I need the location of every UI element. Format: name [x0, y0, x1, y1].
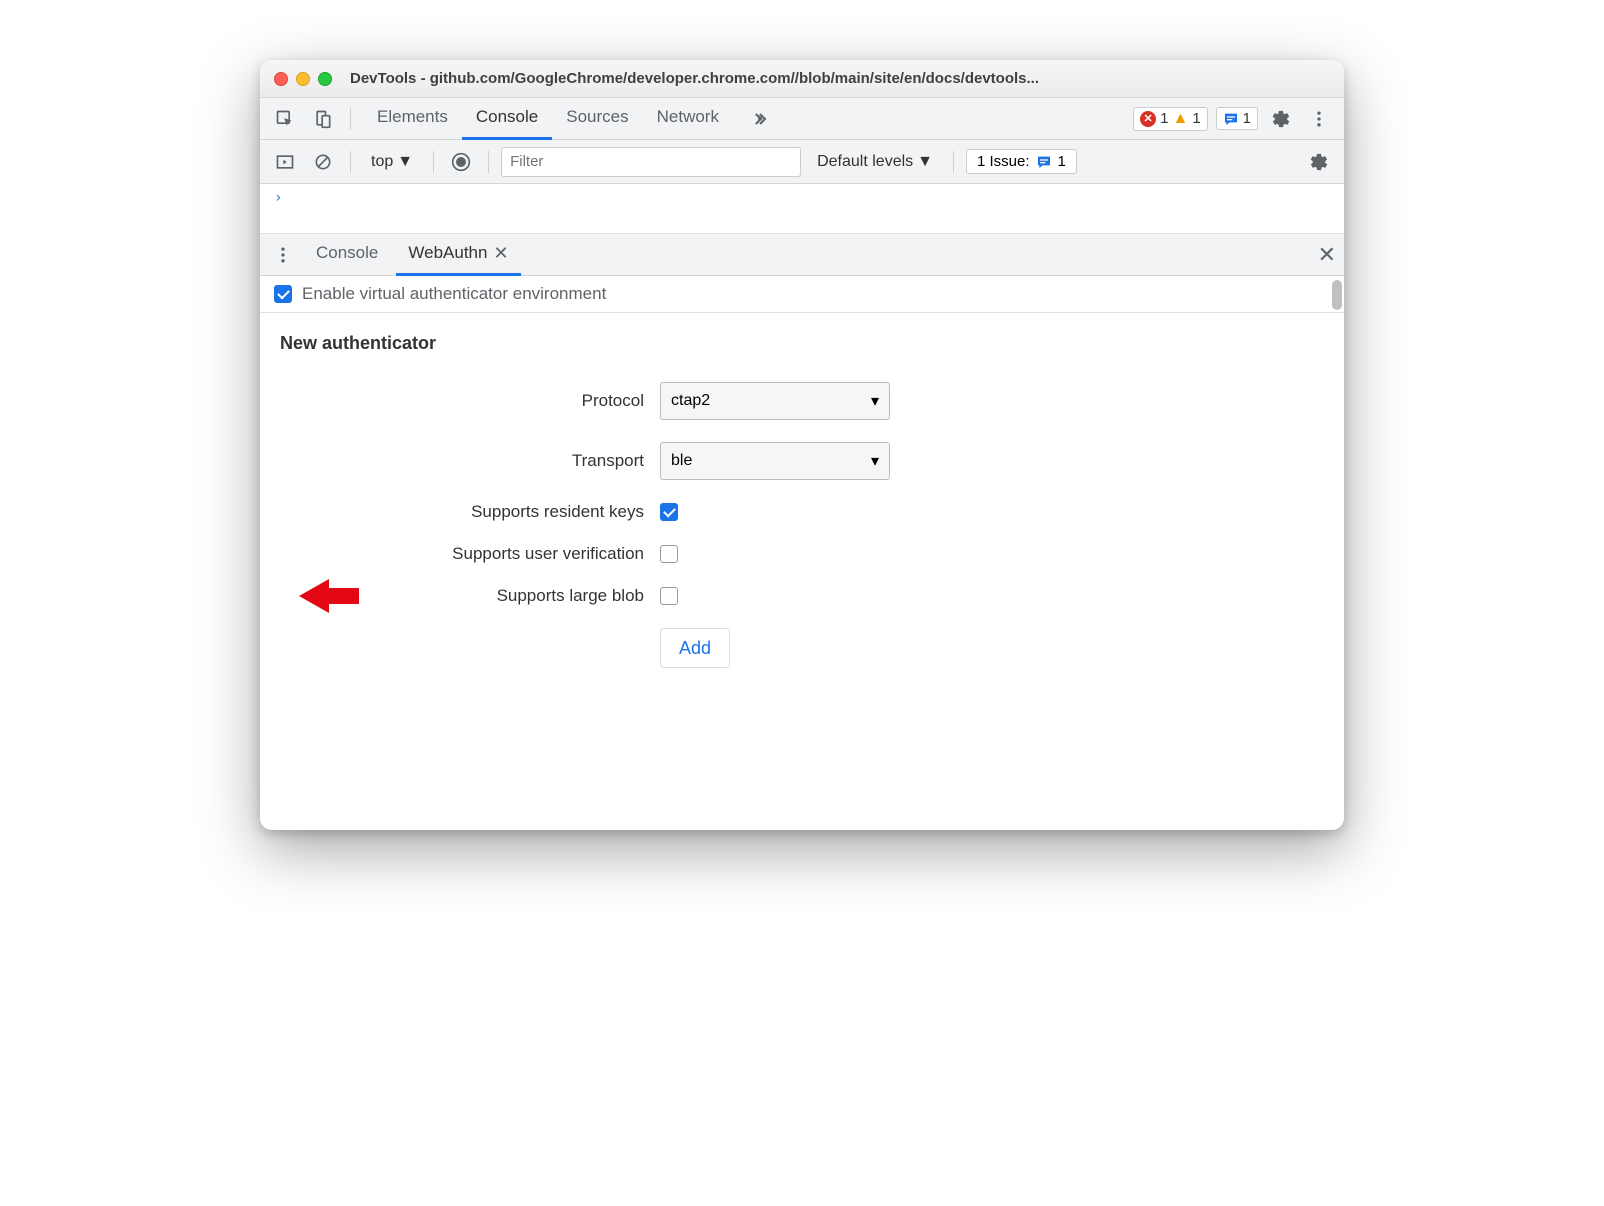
drawer-tab-console[interactable]: Console: [304, 234, 390, 276]
error-count: 1: [1160, 110, 1168, 127]
context-value: top: [371, 153, 393, 171]
more-tabs-icon[interactable]: [745, 104, 775, 134]
resident-keys-label: Supports resident keys: [280, 502, 660, 522]
tab-sources[interactable]: Sources: [552, 98, 642, 140]
messages-badge[interactable]: 1: [1216, 107, 1258, 130]
tab-console[interactable]: Console: [462, 98, 552, 140]
close-drawer-icon[interactable]: ✕: [1318, 242, 1336, 268]
tab-network[interactable]: Network: [643, 98, 733, 140]
minimize-window-button[interactable]: [296, 72, 310, 86]
divider: [433, 151, 434, 173]
live-expression-icon[interactable]: [446, 147, 476, 177]
enable-virtual-auth-row: Enable virtual authenticator environment: [260, 276, 1344, 313]
protocol-label: Protocol: [280, 391, 660, 411]
log-levels-dropdown[interactable]: Default levels ▼: [809, 149, 941, 175]
chevron-down-icon: ▼: [917, 153, 933, 171]
divider: [350, 151, 351, 173]
inspect-element-icon[interactable]: [270, 104, 300, 134]
issues-button[interactable]: 1 Issue: 1: [966, 149, 1077, 174]
enable-virtual-auth-checkbox[interactable]: [274, 285, 292, 303]
message-icon: [1036, 154, 1052, 170]
resident-keys-checkbox[interactable]: [660, 503, 678, 521]
scrollbar[interactable]: [1332, 280, 1342, 310]
protocol-value: ctap2: [671, 392, 710, 410]
enable-virtual-auth-label: Enable virtual authenticator environment: [302, 284, 606, 304]
sidebar-toggle-icon[interactable]: [270, 147, 300, 177]
settings-icon[interactable]: [1266, 104, 1296, 134]
issues-count: 1: [1058, 153, 1066, 170]
chevron-down-icon: ▼: [397, 153, 413, 171]
form-title: New authenticator: [280, 333, 1324, 354]
divider: [953, 151, 954, 173]
console-toolbar: top ▼ Default levels ▼ 1 Issue: 1: [260, 140, 1344, 184]
error-warning-badge[interactable]: ✕ 1 ▲ 1: [1133, 107, 1208, 131]
add-button[interactable]: Add: [660, 628, 730, 668]
levels-value: Default levels: [817, 153, 913, 171]
close-window-button[interactable]: [274, 72, 288, 86]
error-icon: ✕: [1140, 111, 1156, 127]
context-dropdown[interactable]: top ▼: [363, 149, 421, 175]
transport-select[interactable]: ble ▾: [660, 442, 890, 480]
console-settings-icon[interactable]: [1304, 147, 1334, 177]
device-toolbar-icon[interactable]: [308, 104, 338, 134]
drawer-tab-label: WebAuthn: [408, 243, 487, 263]
main-tabs: Elements Console Sources Network: [363, 98, 733, 140]
issues-label: 1 Issue:: [977, 153, 1030, 170]
protocol-select[interactable]: ctap2 ▾: [660, 382, 890, 420]
chevron-down-icon: ▾: [871, 391, 879, 411]
transport-label: Transport: [280, 451, 660, 471]
main-toolbar: Elements Console Sources Network ✕ 1 ▲ 1…: [260, 98, 1344, 140]
clear-console-icon[interactable]: [308, 147, 338, 177]
user-verification-label: Supports user verification: [280, 544, 660, 564]
large-blob-checkbox[interactable]: [660, 587, 678, 605]
authenticator-form: New authenticator Protocol ctap2 ▾ Trans…: [260, 313, 1344, 830]
warning-icon: ▲: [1172, 110, 1188, 128]
drawer-tab-webauthn[interactable]: WebAuthn ✕: [396, 234, 520, 276]
annotation-arrow-icon: [294, 571, 364, 621]
filter-input[interactable]: [501, 147, 801, 177]
drawer-tabs: Console WebAuthn ✕ ✕: [260, 234, 1344, 276]
kebab-menu-icon[interactable]: [1304, 104, 1334, 134]
titlebar: DevTools - github.com/GoogleChrome/devel…: [260, 60, 1344, 98]
maximize-window-button[interactable]: [318, 72, 332, 86]
devtools-window: DevTools - github.com/GoogleChrome/devel…: [260, 60, 1344, 830]
window-title: DevTools - github.com/GoogleChrome/devel…: [350, 70, 1330, 87]
message-icon: [1223, 111, 1239, 127]
drawer-menu-icon[interactable]: [268, 240, 298, 270]
divider: [488, 151, 489, 173]
message-count: 1: [1243, 110, 1251, 127]
transport-value: ble: [671, 452, 692, 470]
divider: [350, 108, 351, 130]
console-prompt: ›: [274, 190, 282, 206]
warning-count: 1: [1192, 110, 1200, 127]
traffic-lights: [274, 72, 332, 86]
chevron-down-icon: ▾: [871, 451, 879, 471]
console-output[interactable]: ›: [260, 184, 1344, 234]
close-tab-icon[interactable]: ✕: [493, 243, 508, 264]
tab-elements[interactable]: Elements: [363, 98, 462, 140]
user-verification-checkbox[interactable]: [660, 545, 678, 563]
